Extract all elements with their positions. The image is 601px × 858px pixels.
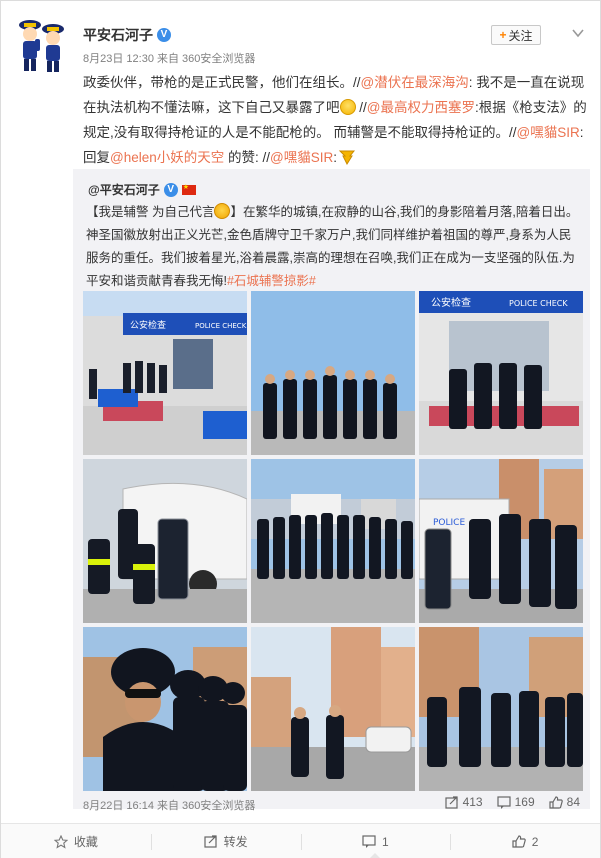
like-count-text: 84	[566, 795, 580, 809]
author-name-text[interactable]: 平安石河子	[83, 25, 153, 45]
topic-link[interactable]: #石城辅警掠影#	[227, 274, 316, 288]
photo-thumbnail[interactable]	[419, 627, 583, 791]
action-bar: 收藏 转发 1 2	[1, 823, 600, 858]
sign-station-text: 公安检查	[130, 319, 166, 331]
comment-icon	[362, 835, 376, 848]
avatar[interactable]	[15, 15, 69, 75]
comment-icon	[497, 795, 511, 809]
verified-icon: V	[157, 28, 171, 42]
pointing-down-emoji-icon	[337, 148, 359, 166]
repost-stats: 413 169 84	[444, 795, 580, 809]
sign-police-check-text: POLICE CHECK	[195, 322, 247, 330]
comment-count[interactable]: 169	[497, 795, 535, 809]
star-icon	[53, 834, 68, 849]
verified-icon: V	[163, 182, 178, 197]
weibo-card: 平安石河子 V 8月23日 12:30 来自 360安全浏览器 + 关注 政委伙…	[0, 0, 601, 858]
laugh-emoji-icon	[339, 99, 356, 115]
comment-count-label: 1	[382, 834, 389, 849]
thumbs-up-icon	[549, 795, 563, 809]
repost-text: 【我是辅警 为自己代言 】在繁华的城镇,在寂静的山谷,我们的身影陪着月落,陪着日出…	[86, 201, 582, 293]
comment-count-text: 169	[514, 795, 535, 809]
plus-icon: +	[499, 28, 507, 42]
post-text: 政委伙伴，带枪的是正式民警，他们在组长。//@潜伏在最深海沟: 我不是一直在说现…	[83, 70, 589, 170]
thumbs-up-icon	[512, 835, 526, 848]
author-name[interactable]: 平安石河子 V	[83, 25, 171, 45]
text-segment: //	[355, 100, 367, 115]
share-icon	[444, 795, 458, 809]
post-meta: 8月23日 12:30 来自 360安全浏览器	[83, 53, 256, 65]
mention-link[interactable]: @嘿貓SIR	[517, 125, 580, 140]
favorite-label: 收藏	[73, 835, 98, 849]
repost-author-text[interactable]: @平安石河子	[88, 181, 160, 198]
text-segment: 政委伙伴，带枪的是正式民警，他们在组长。//	[83, 75, 361, 90]
mention-link[interactable]: @潜伏在最深海沟	[361, 75, 469, 90]
sign-station-text: 公安检查	[431, 296, 471, 309]
photo-thumbnail[interactable]: 公安检查 POLICE CHECK	[83, 291, 247, 455]
text-segment: 【我是辅警 为自己代言	[86, 205, 215, 219]
photo-thumbnail[interactable]	[83, 459, 247, 623]
favorite-button[interactable]: 收藏	[1, 824, 151, 858]
repost-button[interactable]: 转发	[150, 824, 301, 858]
china-flag-icon	[181, 183, 196, 195]
photo-grid: 公安检查 POLICE CHECK 公安检查 POLICE CHECK POLI…	[83, 291, 583, 791]
share-icon	[204, 835, 217, 848]
photo-thumbnail[interactable]	[251, 459, 415, 623]
mention-link[interactable]: @helen小妖的天空	[110, 150, 224, 165]
follow-button[interactable]: + 关注	[491, 25, 541, 45]
repost-count-text: 413	[462, 795, 483, 809]
like-count-label: 2	[531, 834, 539, 849]
photo-thumbnail[interactable]	[251, 291, 415, 455]
photo-thumbnail[interactable]	[251, 627, 415, 791]
text-segment: 的赞: //	[224, 150, 271, 165]
comment-button[interactable]: 1	[300, 824, 451, 858]
like-count[interactable]: 84	[549, 795, 580, 809]
follow-label: 关注	[508, 28, 533, 43]
sign-police-check-text: POLICE CHECK	[509, 299, 568, 308]
repost-label: 转发	[223, 835, 248, 849]
repost-meta: 8月22日 16:14 来自 360安全浏览器	[83, 800, 256, 812]
van-police-text: POLICE	[433, 518, 465, 528]
mention-link[interactable]: @嘿貓SIR	[270, 150, 333, 165]
photo-thumbnail[interactable]	[83, 627, 247, 791]
repost-count[interactable]: 413	[444, 795, 483, 809]
more-options-icon[interactable]	[572, 25, 584, 38]
repost-author[interactable]: @平安石河子 V	[88, 181, 196, 198]
photo-thumbnail[interactable]: POLICE	[419, 459, 583, 623]
reposted-weibo: @平安石河子 V 【我是辅警 为自己代言】在繁华的城镇,在寂静的山谷,我们的身影…	[73, 169, 590, 812]
fist-emoji-icon	[214, 203, 231, 219]
photo-thumbnail[interactable]: 公安检查 POLICE CHECK	[419, 291, 583, 455]
like-button[interactable]: 2	[450, 824, 600, 858]
mention-link[interactable]: @最高权力西塞罗	[367, 100, 475, 115]
